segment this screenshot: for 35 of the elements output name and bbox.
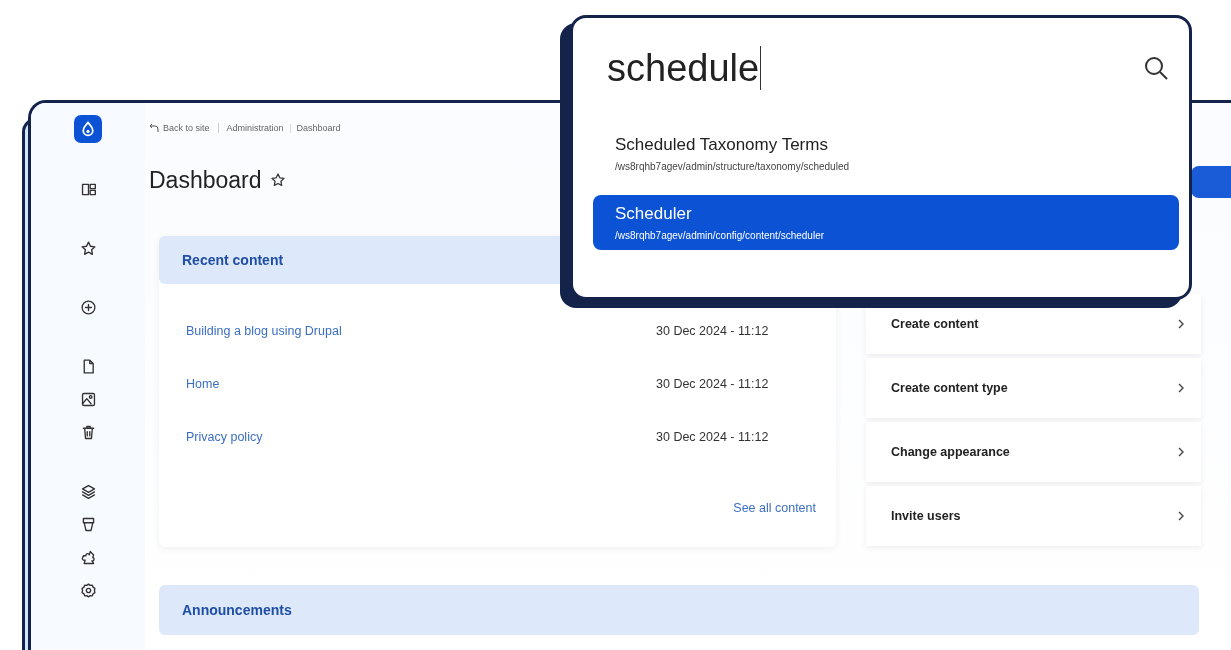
action-button[interactable]: [1191, 166, 1231, 198]
see-all-link[interactable]: See all content: [733, 501, 816, 515]
chevron-icon: [1177, 319, 1185, 329]
chevron-icon: [1177, 383, 1185, 393]
search-icon[interactable]: [1143, 55, 1169, 81]
back-icon: [149, 123, 159, 133]
section-title: Announcements: [182, 602, 292, 618]
puzzle-icon[interactable]: [79, 549, 97, 566]
quick-link[interactable]: Invite users: [866, 486, 1201, 546]
search-result[interactable]: Scheduled Taxonomy Terms /ws8rqhb7agev/admin/structure/taxonomy/scheduled: [593, 126, 1179, 181]
image-icon[interactable]: [79, 391, 97, 408]
quick-link[interactable]: Change appearance: [866, 422, 1201, 482]
content-link[interactable]: Privacy policy: [186, 429, 263, 444]
breadcrumb-link[interactable]: Dashboard: [296, 123, 341, 133]
grid-icon[interactable]: [79, 181, 97, 198]
logo-icon[interactable]: [74, 115, 102, 143]
layers-icon[interactable]: [79, 483, 97, 500]
date-text: 30 Dec 2024 - 11:12: [656, 376, 770, 391]
favorite-star-icon[interactable]: [269, 172, 286, 188]
add-icon[interactable]: [79, 299, 97, 316]
card-title: Recent content: [182, 252, 284, 268]
settings-icon[interactable]: [79, 582, 97, 599]
back-link[interactable]: Back to site: [149, 123, 219, 133]
content-link[interactable]: Home: [186, 376, 220, 391]
chevron-icon: [1177, 447, 1185, 457]
star-icon[interactable]: [79, 240, 97, 257]
search-result[interactable]: Scheduler /ws8rqhb7agev/admin/config/content/scheduler: [593, 195, 1179, 250]
date-text: 30 Dec 2024 - 11:12: [656, 429, 770, 444]
breadcrumb-link[interactable]: Administration: [226, 123, 284, 133]
search-input[interactable]: schedule: [607, 46, 762, 90]
page-title: Dashboard: [149, 166, 262, 194]
chevron-icon: [1177, 511, 1185, 521]
date-text: 30 Dec 2024 - 11:12: [656, 323, 770, 338]
quick-link[interactable]: Create content type: [866, 358, 1201, 418]
content-link[interactable]: Building a blog using Drupal: [186, 323, 342, 338]
